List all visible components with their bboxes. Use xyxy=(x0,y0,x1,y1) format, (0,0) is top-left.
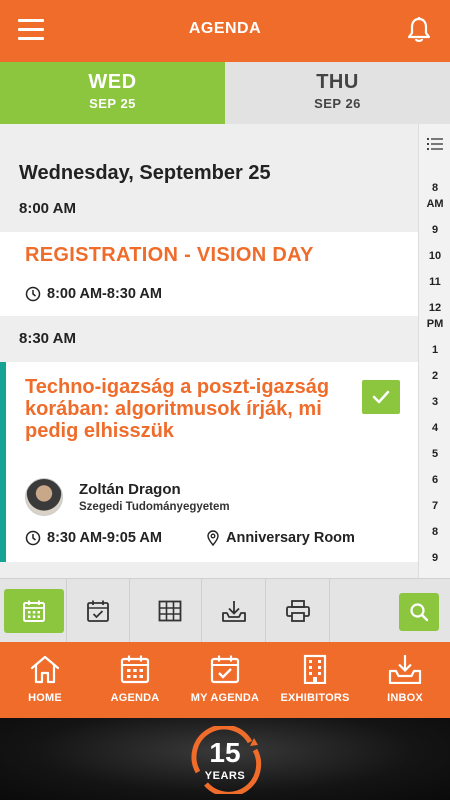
agenda-list[interactable]: Wednesday, September 25 8:00 AM REGISTRA… xyxy=(0,124,418,578)
nav-agenda[interactable]: AGENDA xyxy=(90,642,180,718)
calendar-icon xyxy=(120,655,150,684)
bell-icon[interactable] xyxy=(406,16,432,44)
calendar-check-icon xyxy=(210,655,240,684)
session-card-techno-igazsag[interactable]: Techno-igazság a poszt-igazság korában: … xyxy=(0,362,418,562)
session-card-registration[interactable]: REGISTRATION - VISION DAY 8:00 AM-8:30 A… xyxy=(0,232,418,316)
print-button[interactable] xyxy=(266,579,330,643)
nav-label: AGENDA xyxy=(110,692,160,704)
nav-label: MY AGENDA xyxy=(190,692,260,704)
anniversary-logo: 15 YEARS xyxy=(188,724,262,797)
tab-day-name: WED xyxy=(88,71,137,93)
time-slot-label: 8:30 AM xyxy=(19,330,76,347)
time-index-item[interactable]: PM xyxy=(419,318,450,330)
time-index-item[interactable]: 5 xyxy=(419,448,450,460)
time-index-item[interactable]: 9 xyxy=(419,552,450,564)
calendar-grid-view-button[interactable] xyxy=(2,579,66,643)
session-time: 8:00 AM-8:30 AM xyxy=(25,286,162,302)
inbox-download-icon xyxy=(388,655,422,684)
speaker-name: Zoltán Dragon xyxy=(79,481,181,498)
search-icon xyxy=(410,603,429,622)
tab-day-name: THU xyxy=(316,71,359,93)
session-location: Anniversary Room xyxy=(206,530,355,546)
search-button[interactable] xyxy=(399,593,439,631)
session-time: 8:30 AM-9:05 AM xyxy=(25,530,162,546)
time-index-sidebar[interactable]: 8 AM 9 10 11 12 PM 1 2 3 4 5 6 7 8 9 xyxy=(418,124,450,578)
speaker-organization: Szegedi Tudományegyetem xyxy=(79,501,230,513)
day-heading: Wednesday, September 25 xyxy=(19,162,271,184)
time-index-item[interactable]: 10 xyxy=(419,250,450,262)
nav-label: INBOX xyxy=(387,692,423,704)
bottom-navigation: HOME AGENDA MY AGENDA EXHIBITORS INBOX xyxy=(0,642,450,718)
list-icon[interactable] xyxy=(427,138,443,150)
session-title: Techno-igazság a poszt-igazság korában: … xyxy=(25,376,330,442)
time-index-item[interactable]: 12 xyxy=(419,302,450,314)
time-index-item[interactable]: 9 xyxy=(419,224,450,236)
table-view-button[interactable] xyxy=(138,579,202,643)
download-icon xyxy=(221,601,246,622)
building-icon xyxy=(303,654,327,684)
anniversary-number: 15 xyxy=(209,737,241,768)
time-index-item[interactable]: 8 xyxy=(419,526,450,538)
day-tabs: WED SEP 25 THU SEP 26 xyxy=(0,62,450,124)
session-time-text: 8:00 AM-8:30 AM xyxy=(47,286,162,302)
time-index-item[interactable]: 11 xyxy=(419,276,450,288)
printer-icon xyxy=(285,600,310,622)
session-time-text: 8:30 AM-9:05 AM xyxy=(47,530,162,546)
speaker-avatar xyxy=(25,478,63,516)
time-index-item[interactable]: 4 xyxy=(419,422,450,434)
time-index-item[interactable]: 8 xyxy=(419,182,450,194)
calendar-check-icon xyxy=(87,600,109,622)
nav-my-agenda[interactable]: MY AGENDA xyxy=(180,642,270,718)
tab-day-date: SEP 26 xyxy=(314,96,361,111)
my-agenda-view-button[interactable] xyxy=(66,579,130,643)
tab-day-date: SEP 25 xyxy=(89,96,136,111)
add-to-my-agenda-checkbox[interactable] xyxy=(362,380,400,414)
location-pin-icon xyxy=(207,530,219,546)
session-location-text: Anniversary Room xyxy=(226,530,355,546)
time-index-item[interactable]: 3 xyxy=(419,396,450,408)
check-icon xyxy=(372,390,390,404)
table-grid-icon xyxy=(158,600,181,622)
time-index-item[interactable]: 1 xyxy=(419,344,450,356)
view-toolbar xyxy=(0,578,450,643)
nav-label: EXHIBITORS xyxy=(280,692,350,704)
clock-icon xyxy=(25,286,41,302)
download-button[interactable] xyxy=(202,579,266,643)
calendar-grid-icon xyxy=(23,600,45,622)
session-title: REGISTRATION - VISION DAY xyxy=(25,244,314,266)
nav-label: HOME xyxy=(28,692,62,704)
time-index-item[interactable]: 2 xyxy=(419,370,450,382)
nav-home[interactable]: HOME xyxy=(0,642,90,718)
time-index-item[interactable]: 7 xyxy=(419,500,450,512)
anniversary-text: YEARS xyxy=(204,770,246,782)
time-index-item[interactable]: AM xyxy=(419,198,450,210)
nav-exhibitors[interactable]: EXHIBITORS xyxy=(270,642,360,718)
app-header: AGENDA xyxy=(0,0,450,62)
clock-icon xyxy=(25,530,41,546)
nav-inbox[interactable]: INBOX xyxy=(360,642,450,718)
speaker[interactable]: Zoltán Dragon Szegedi Tudományegyetem xyxy=(25,478,230,516)
time-slot-label: 8:00 AM xyxy=(19,200,76,217)
tab-wednesday[interactable]: WED SEP 25 xyxy=(0,62,225,124)
page-title: AGENDA xyxy=(188,20,262,37)
footer-banner: 15 YEARS xyxy=(0,718,450,800)
time-index-item[interactable]: 6 xyxy=(419,474,450,486)
tab-thursday[interactable]: THU SEP 26 xyxy=(225,62,450,124)
home-icon xyxy=(30,655,60,684)
